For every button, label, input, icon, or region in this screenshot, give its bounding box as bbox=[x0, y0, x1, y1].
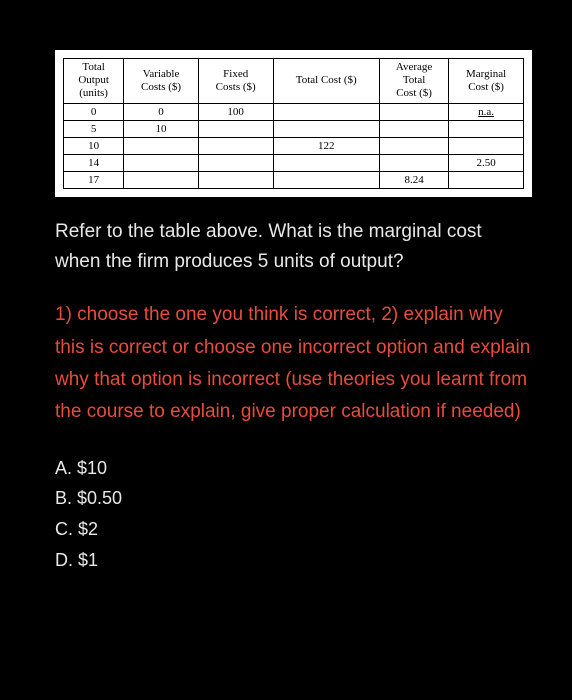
table-row: 5 10 bbox=[64, 120, 524, 137]
cell bbox=[449, 120, 524, 137]
cell: 14 bbox=[64, 154, 124, 171]
table-row: 17 8.24 bbox=[64, 171, 524, 188]
table-row: 14 2.50 bbox=[64, 154, 524, 171]
cell: 10 bbox=[64, 137, 124, 154]
cell bbox=[380, 137, 449, 154]
cell bbox=[273, 120, 380, 137]
cell: n.a. bbox=[449, 103, 524, 120]
cell bbox=[449, 137, 524, 154]
cell: 10 bbox=[124, 120, 199, 137]
cell: 5 bbox=[64, 120, 124, 137]
cell bbox=[273, 103, 380, 120]
cell bbox=[380, 103, 449, 120]
cost-table-container: Total Output (units) Variable Costs ($) … bbox=[55, 50, 532, 197]
cell bbox=[380, 120, 449, 137]
header-variable-costs: Variable Costs ($) bbox=[124, 59, 199, 104]
answer-options: A. $10 B. $0.50 C. $2 D. $1 bbox=[55, 454, 532, 575]
cell bbox=[198, 171, 273, 188]
option-a: A. $10 bbox=[55, 454, 532, 483]
cell bbox=[198, 137, 273, 154]
header-total-cost: Total Cost ($) bbox=[273, 59, 380, 104]
question-text: Refer to the table above. What is the ma… bbox=[55, 217, 532, 278]
table-row: 0 0 100 n.a. bbox=[64, 103, 524, 120]
cell bbox=[124, 137, 199, 154]
cell: 17 bbox=[64, 171, 124, 188]
option-c: C. $2 bbox=[55, 515, 532, 544]
cell bbox=[124, 154, 199, 171]
header-output: Total Output (units) bbox=[64, 59, 124, 104]
cost-table: Total Output (units) Variable Costs ($) … bbox=[63, 58, 524, 189]
cell bbox=[273, 171, 380, 188]
cell bbox=[380, 154, 449, 171]
cell: 0 bbox=[124, 103, 199, 120]
header-fixed-costs: Fixed Costs ($) bbox=[198, 59, 273, 104]
instructions-text: 1) choose the one you think is correct, … bbox=[55, 299, 532, 428]
option-d: D. $1 bbox=[55, 546, 532, 575]
cell bbox=[273, 154, 380, 171]
cell: 8.24 bbox=[380, 171, 449, 188]
cell: 100 bbox=[198, 103, 273, 120]
cell: 122 bbox=[273, 137, 380, 154]
cell bbox=[449, 171, 524, 188]
option-b: B. $0.50 bbox=[55, 484, 532, 513]
cell: 2.50 bbox=[449, 154, 524, 171]
table-row: 10 122 bbox=[64, 137, 524, 154]
cell: 0 bbox=[64, 103, 124, 120]
header-mc: Marginal Cost ($) bbox=[449, 59, 524, 104]
cell bbox=[198, 120, 273, 137]
header-atc: Average Total Cost ($) bbox=[380, 59, 449, 104]
cell bbox=[198, 154, 273, 171]
cell bbox=[124, 171, 199, 188]
